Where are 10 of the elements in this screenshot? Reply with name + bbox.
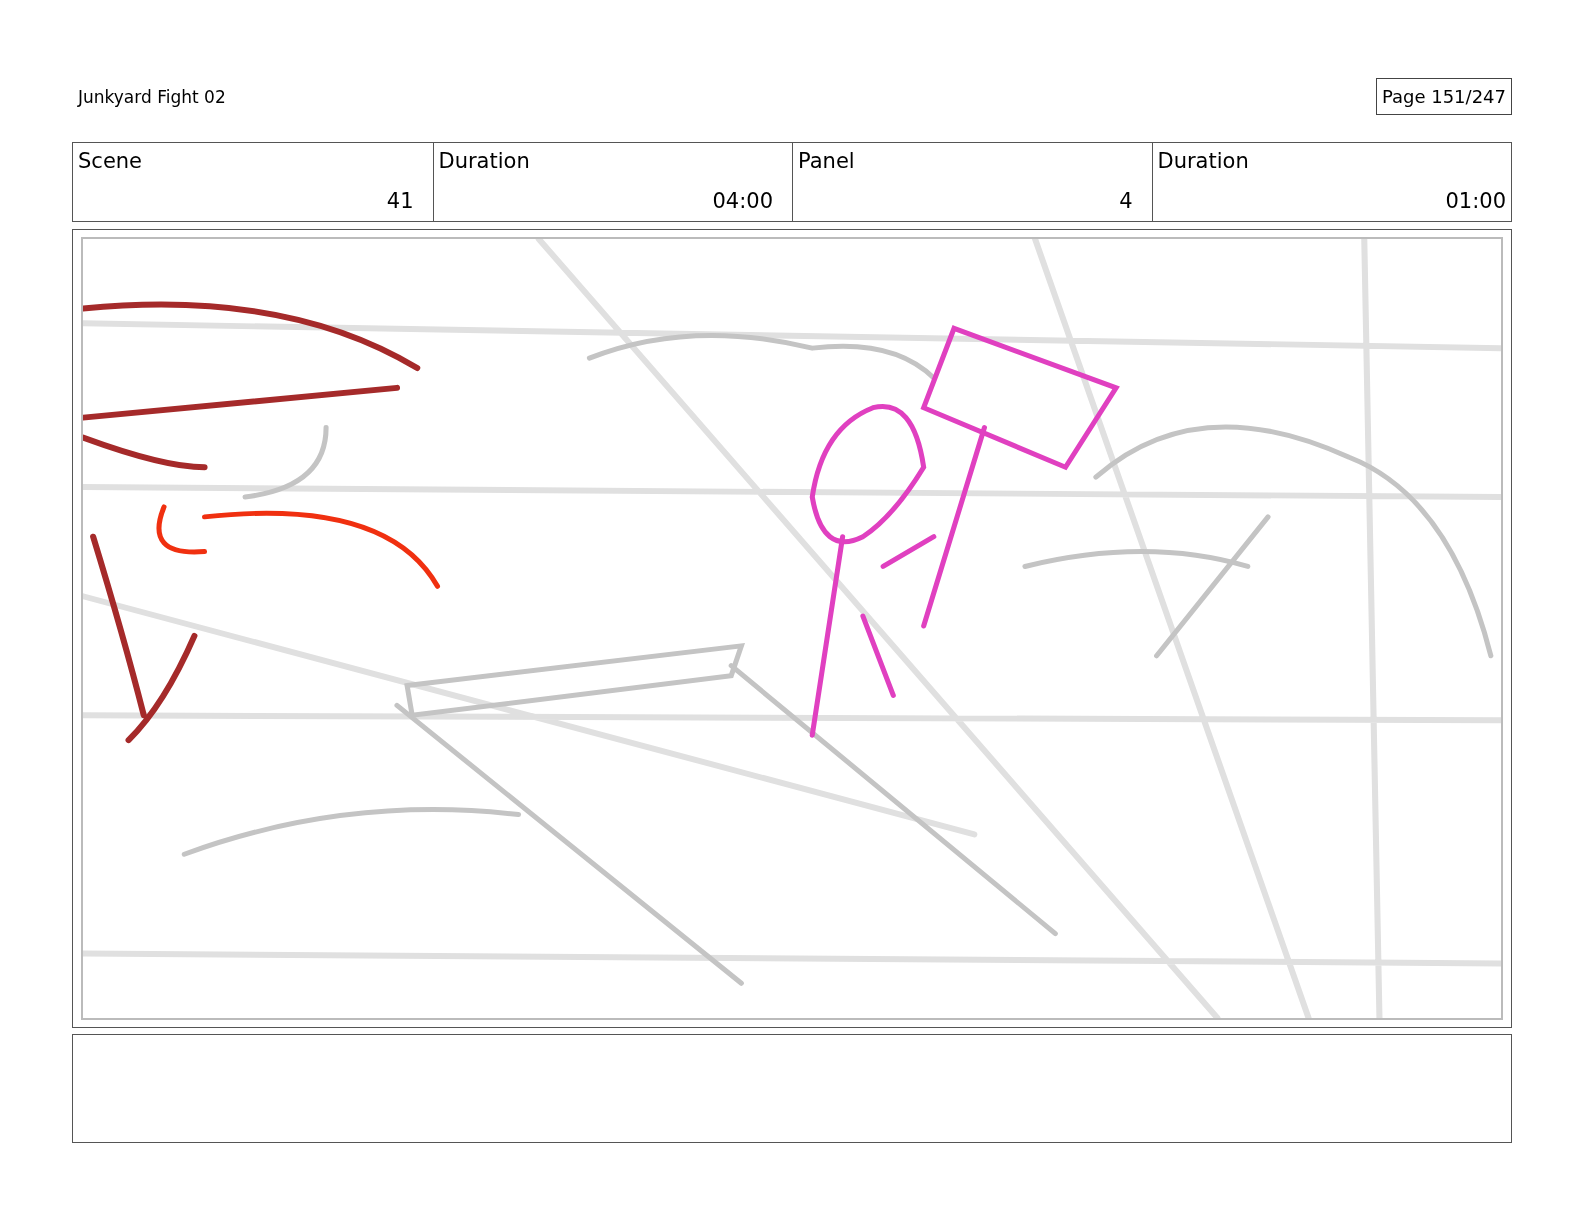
field-value: 41 — [386, 189, 415, 213]
page-number: Page 151/247 — [1375, 78, 1512, 115]
field-value: 04:00 — [712, 189, 774, 213]
field-value: 4 — [1119, 189, 1134, 213]
document-title: Junkyard Fight 02 — [76, 86, 226, 107]
field-label: Duration — [438, 149, 531, 173]
field-label: Scene — [78, 149, 144, 173]
field-value: 01:00 — [1445, 189, 1506, 213]
field-label: Duration — [1157, 149, 1250, 173]
field-label: Panel — [798, 149, 856, 173]
